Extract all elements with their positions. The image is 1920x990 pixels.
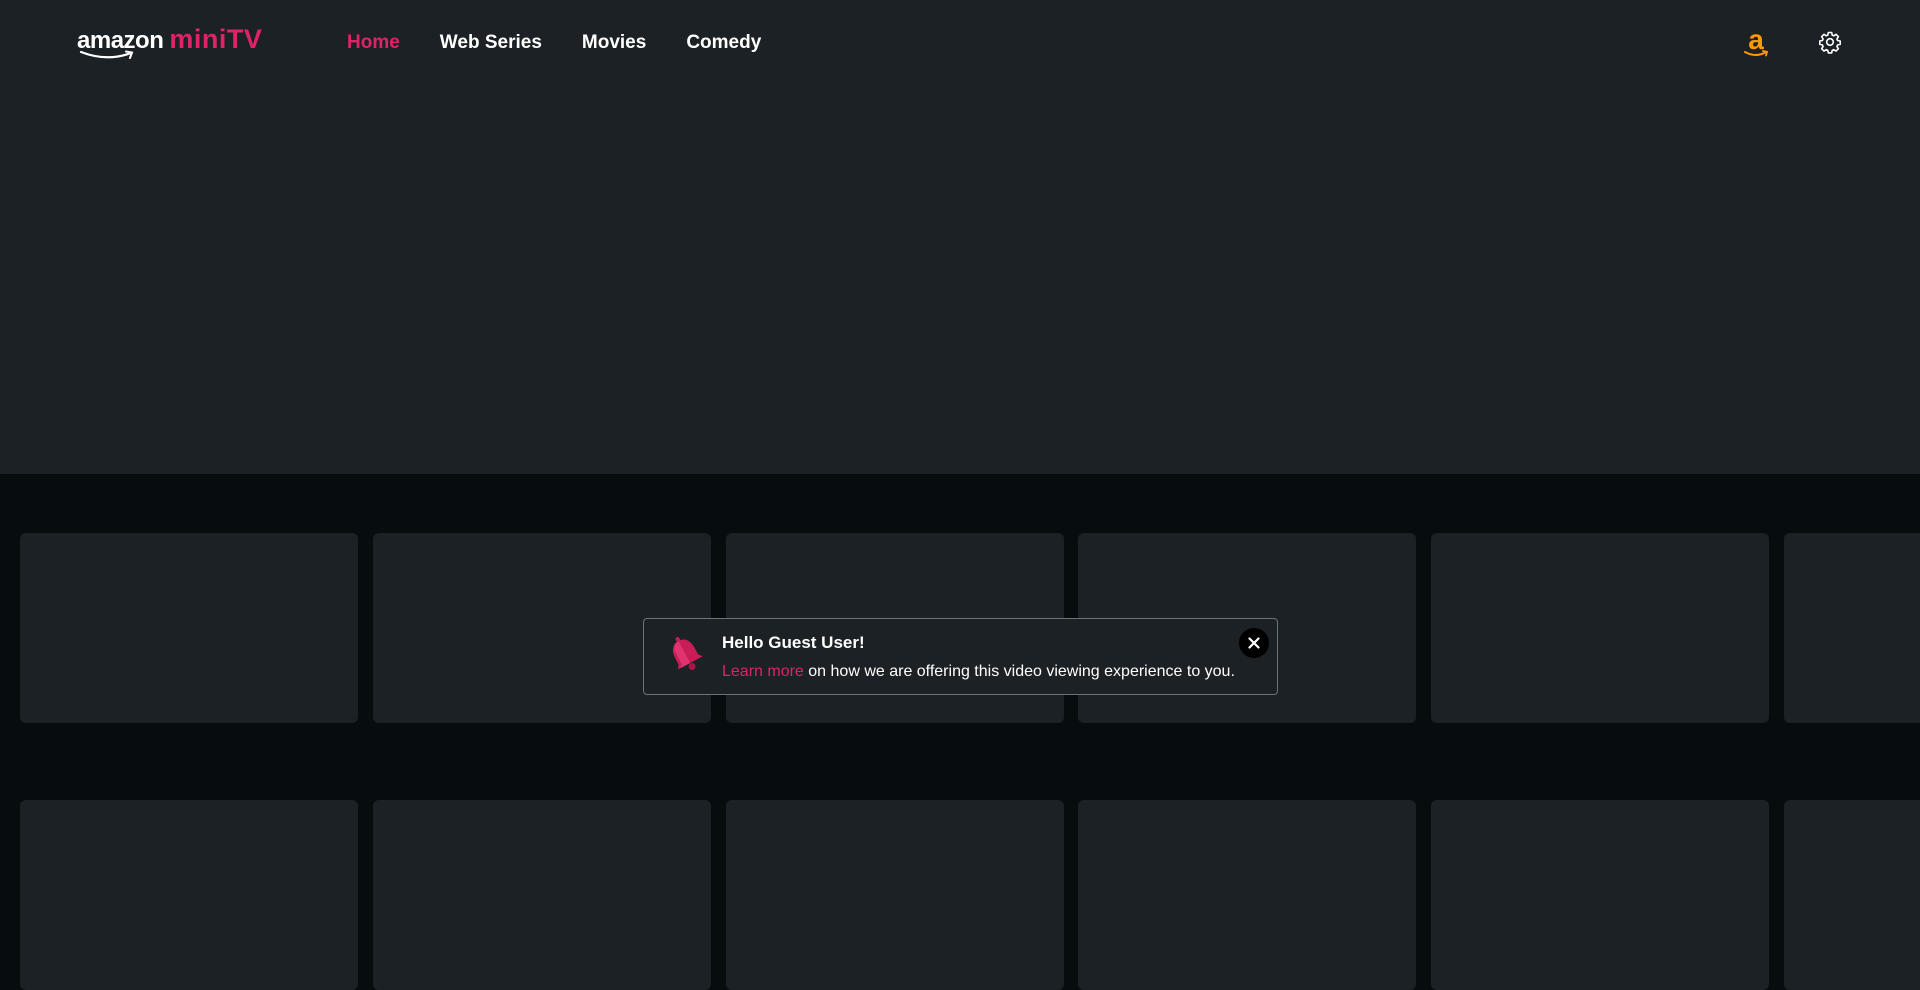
- main-nav: Home Web Series Movies Comedy: [347, 32, 761, 54]
- nav-web-series[interactable]: Web Series: [440, 32, 542, 54]
- logo-minitv-text: miniTV: [169, 24, 263, 54]
- content-tile-placeholder[interactable]: [1078, 800, 1416, 990]
- nav-comedy[interactable]: Comedy: [686, 32, 761, 54]
- toast-message-text: on how we are offering this video viewin…: [803, 663, 1235, 680]
- top-navigation-bar: amazon miniTV Home Web Series Movies Com…: [0, 0, 1920, 86]
- close-button[interactable]: [1239, 628, 1269, 658]
- content-tile-placeholder[interactable]: [1784, 533, 1920, 723]
- content-tile-placeholder[interactable]: [20, 533, 358, 723]
- guest-user-toast: Hello Guest User! Learn more on how we a…: [643, 618, 1278, 695]
- nav-movies[interactable]: Movies: [582, 32, 646, 54]
- content-tile-placeholder[interactable]: [1784, 800, 1920, 990]
- learn-more-link[interactable]: Learn more: [722, 663, 804, 680]
- amazon-logo-icon[interactable]: a: [1741, 26, 1771, 60]
- toast-message: Learn more on how we are offering this v…: [722, 663, 1235, 681]
- close-icon: [1248, 637, 1260, 649]
- gear-icon[interactable]: [1818, 30, 1842, 54]
- content-tile-placeholder[interactable]: [726, 800, 1064, 990]
- toast-title: Hello Guest User!: [722, 633, 865, 652]
- content-tile-placeholder[interactable]: [1431, 533, 1769, 723]
- bell-icon: [673, 637, 703, 670]
- content-tile-placeholder[interactable]: [1431, 800, 1769, 990]
- content-tile-placeholder[interactable]: [20, 800, 358, 990]
- nav-home[interactable]: Home: [347, 32, 400, 54]
- content-tile-placeholder[interactable]: [373, 800, 711, 990]
- amazon-smile-icon: [79, 50, 134, 59]
- amazon-minitv-logo[interactable]: amazon miniTV: [77, 24, 263, 59]
